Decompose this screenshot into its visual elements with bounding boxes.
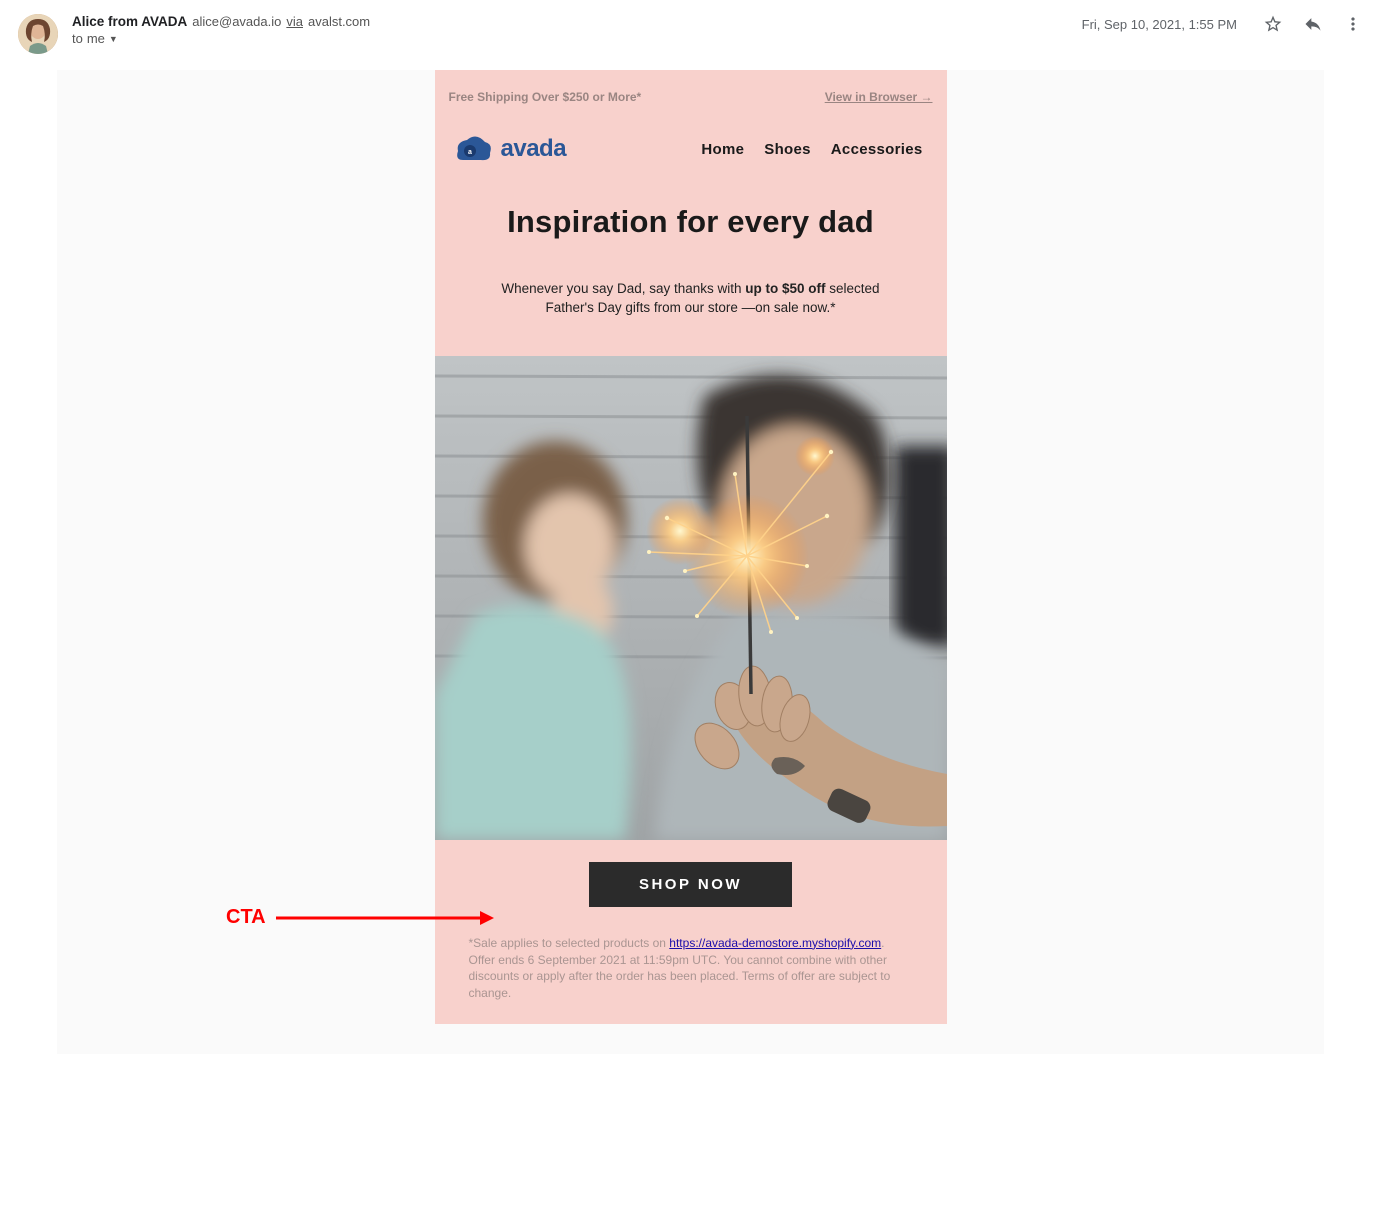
hero-title: Inspiration for every dad [435,204,947,280]
via-label: via [286,14,303,29]
via-host: avalst.com [308,14,370,29]
recipient: me [87,31,105,46]
nav-accessories[interactable]: Accessories [831,141,923,158]
reply-icon[interactable] [1303,14,1323,34]
free-shipping-text: Free Shipping Over $250 or More* [449,90,642,104]
sender-avatar[interactable] [18,14,58,54]
avada-logo-icon: a [453,134,493,164]
email-body: Free Shipping Over $250 or More* View in… [57,70,1324,1054]
recipient-line[interactable]: to me ▼ [72,31,1082,46]
chevron-down-icon[interactable]: ▼ [109,34,118,44]
email-header: Alice from AVADA alice@avada.io via aval… [0,0,1381,58]
subtitle-bold: up to $50 off [745,281,825,296]
hero-image [435,356,947,840]
to-label: to [72,31,83,46]
shop-now-button[interactable]: SHOP NOW [589,862,792,907]
disclaimer: *Sale applies to selected products on ht… [435,935,947,1024]
sender-email: alice@avada.io [192,14,281,29]
more-vertical-icon[interactable] [1343,14,1363,34]
timestamp: Fri, Sep 10, 2021, 1:55 PM [1082,17,1237,32]
svg-text:a: a [468,149,472,156]
view-in-browser-link[interactable]: View in Browser → [825,90,933,104]
nav-home[interactable]: Home [701,141,744,158]
brand-name: avada [501,135,567,163]
sender-line: Alice from AVADA alice@avada.io via aval… [72,14,1082,29]
sender-name: Alice from AVADA [72,14,187,29]
disclaimer-link[interactable]: https://avada-demostore.myshopify.com [669,936,881,950]
brand-logo[interactable]: a avada [453,134,567,164]
hero-subtitle: Whenever you say Dad, say thanks with up… [435,280,947,356]
disclaimer-pre: *Sale applies to selected products on [469,936,670,950]
subtitle-pre: Whenever you say Dad, say thanks with [501,281,745,296]
nav-shoes[interactable]: Shoes [764,141,811,158]
star-icon[interactable] [1263,14,1283,34]
